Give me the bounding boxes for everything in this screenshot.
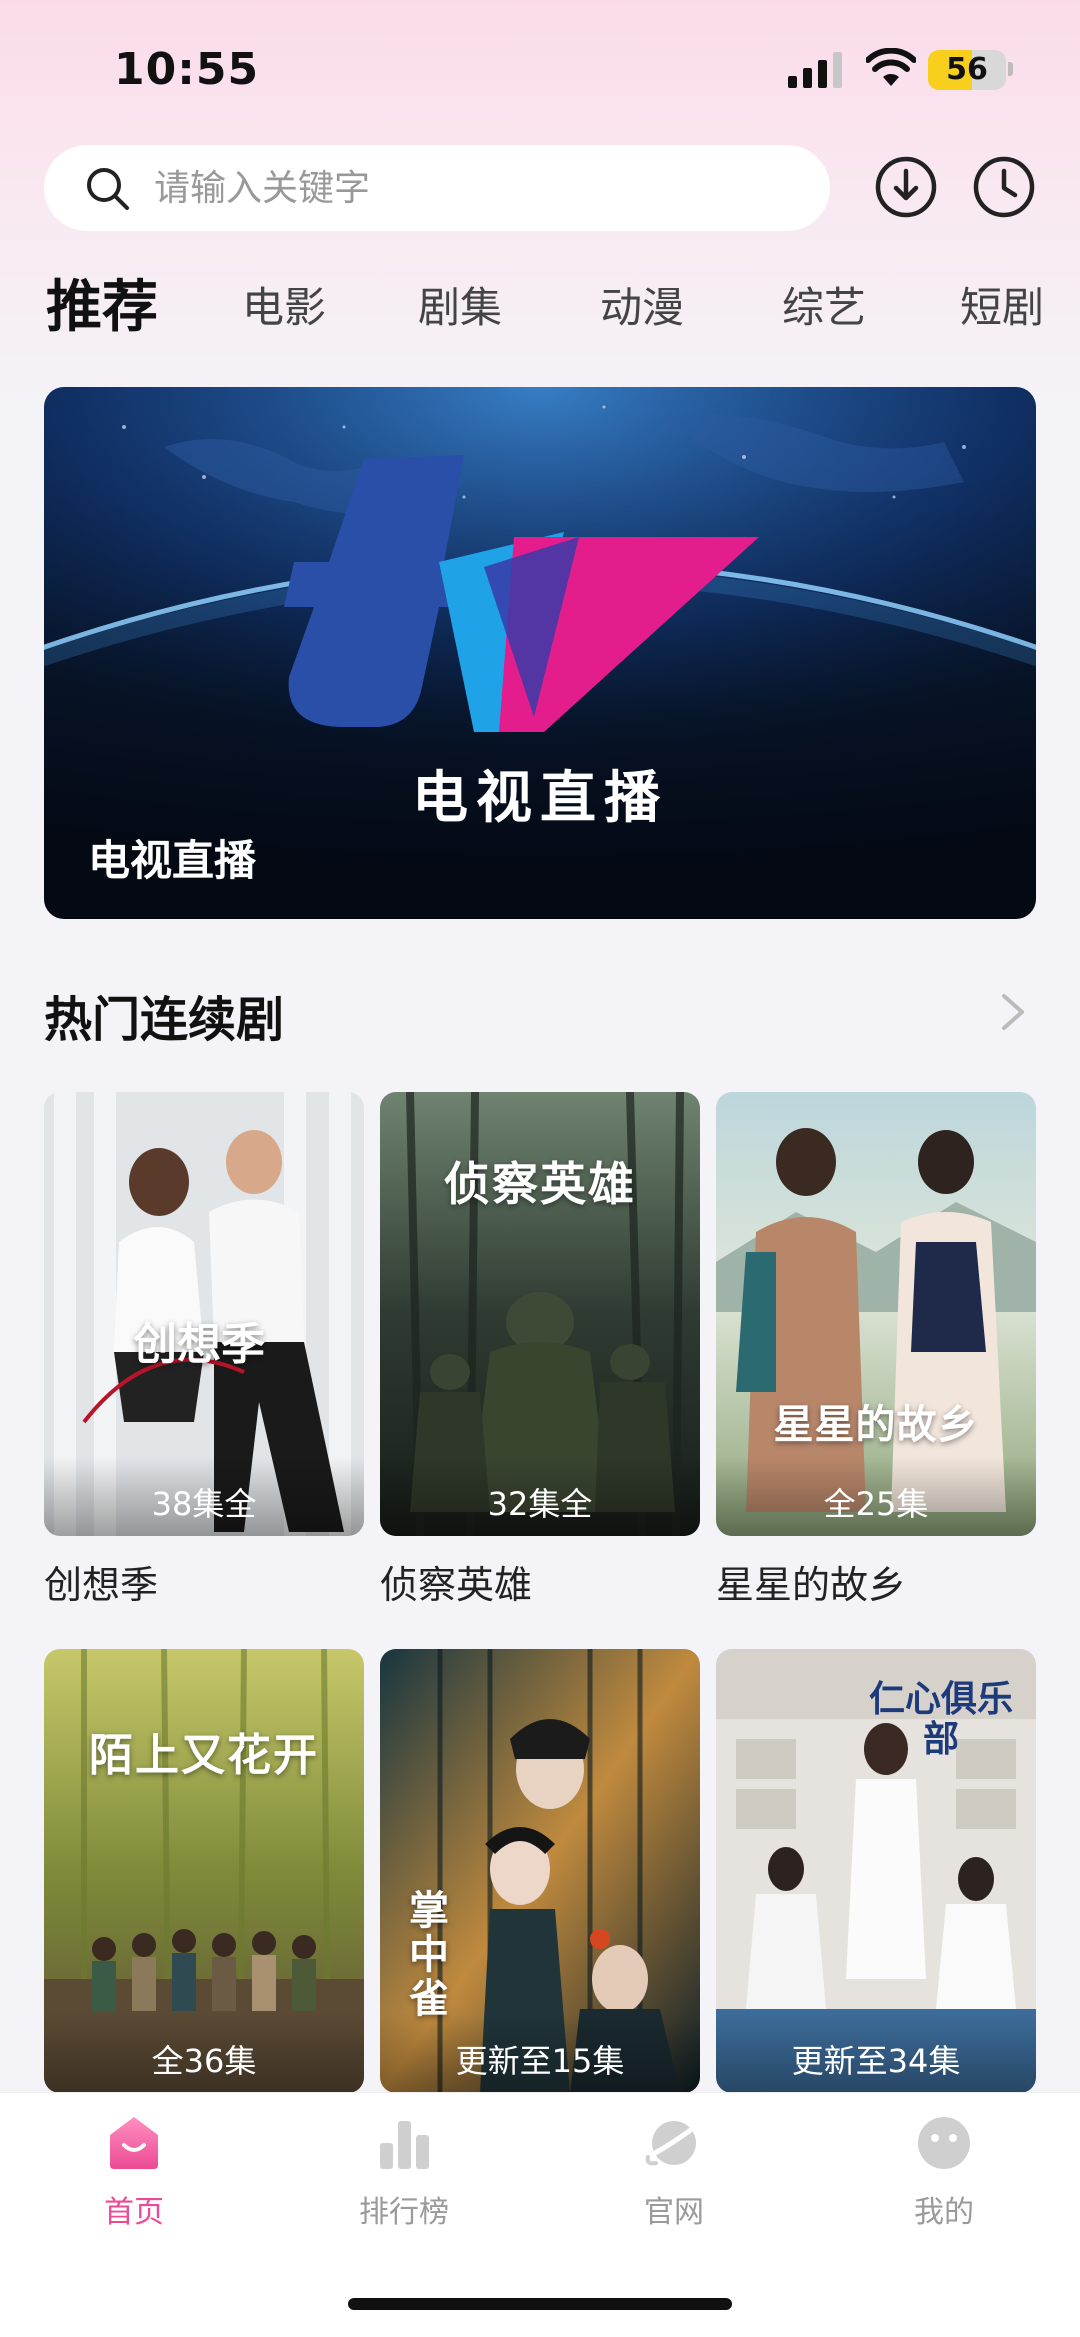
episode-badge: 32集全 xyxy=(380,1456,700,1536)
episode-badge: 38集全 xyxy=(44,1456,364,1536)
drama-poster[interactable]: 仁心俱乐部 更新至34集 xyxy=(716,1649,1036,2093)
nav-official-site-label: 官网 xyxy=(644,2195,704,2230)
nav-official-site[interactable]: 官网 xyxy=(574,2113,774,2253)
poster-title: 星星的故乡 xyxy=(773,1401,979,1448)
drama-card[interactable]: 仁心俱乐部 更新至34集 xyxy=(716,1649,1036,2093)
drama-poster[interactable]: 创想季 38集全 xyxy=(44,1092,364,1536)
drama-card[interactable]: 掌中雀 更新至15集 xyxy=(380,1649,700,2093)
poster-title: 创想季 xyxy=(133,1319,265,1370)
bar-chart-icon xyxy=(380,2121,429,2169)
live-tv-banner[interactable]: 电视直播 电视直播 xyxy=(44,387,1036,919)
nav-home-label: 首页 xyxy=(104,2195,164,2230)
banner-logo-title: 电视直播 xyxy=(412,765,668,831)
drama-card[interactable]: 陌上又花开 全36集 xyxy=(44,1649,364,2093)
drama-card[interactable]: 创想季 38集全 创想季 xyxy=(44,1092,364,1609)
status-bar: 10:55 56 xyxy=(0,0,1080,130)
episode-badge: 更新至15集 xyxy=(380,2013,700,2093)
section-title: 热门连续剧 xyxy=(44,992,285,1048)
battery-percent: 56 xyxy=(946,52,988,87)
chevron-right-icon[interactable] xyxy=(998,990,1028,1034)
tab-recommend[interactable]: 推荐 xyxy=(46,268,158,348)
planet-icon xyxy=(645,2120,703,2166)
nav-home[interactable]: 首页 xyxy=(34,2113,234,2253)
tab-short-drama[interactable]: 短剧 xyxy=(960,268,1044,348)
status-time: 10:55 xyxy=(114,44,260,95)
home-bag-icon xyxy=(110,2117,158,2169)
drama-title[interactable]: 星星的故乡 xyxy=(716,1554,1036,1609)
tab-movies[interactable]: 电影 xyxy=(242,268,326,348)
drama-poster[interactable]: 星星的故乡 全25集 xyxy=(716,1092,1036,1536)
poster-title: 陌上又花开 xyxy=(89,1730,319,1781)
episode-badge: 全25集 xyxy=(716,1456,1036,1536)
nav-profile[interactable]: 我的 xyxy=(844,2113,1044,2253)
drama-title[interactable]: 创想季 xyxy=(44,1554,364,1609)
battery-indicator: 56 xyxy=(928,50,1006,90)
search-bar[interactable] xyxy=(44,145,830,231)
drama-card[interactable]: 星星的故乡 全25集 星星的故乡 xyxy=(716,1092,1036,1609)
cellular-signal-icon xyxy=(788,52,842,88)
wifi-icon xyxy=(866,48,916,86)
nav-ranking[interactable]: 排行榜 xyxy=(304,2113,504,2253)
drama-title[interactable]: 侦察英雄 xyxy=(380,1554,700,1609)
nav-ranking-label: 排行榜 xyxy=(359,2195,449,2230)
poster-title: 侦察英雄 xyxy=(444,1157,636,1211)
drama-poster[interactable]: 陌上又花开 全36集 xyxy=(44,1649,364,2093)
nav-profile-label: 我的 xyxy=(914,2195,974,2230)
tab-anime[interactable]: 动漫 xyxy=(600,268,684,348)
tab-series[interactable]: 剧集 xyxy=(418,268,502,348)
drama-poster[interactable]: 掌中雀 更新至15集 xyxy=(380,1649,700,2093)
smiley-icon xyxy=(918,2117,970,2169)
search-icon xyxy=(87,168,129,210)
home-indicator xyxy=(348,2298,732,2310)
tab-variety[interactable]: 综艺 xyxy=(782,268,866,348)
episode-badge: 更新至34集 xyxy=(716,2013,1036,2093)
drama-card[interactable]: 侦察英雄 32集全 侦察英雄 xyxy=(380,1092,700,1609)
battery-nub xyxy=(1008,62,1013,76)
banner-label: 电视直播 xyxy=(88,836,257,885)
search-input[interactable] xyxy=(154,157,794,219)
download-icon[interactable] xyxy=(874,155,938,219)
history-clock-icon[interactable] xyxy=(972,155,1036,219)
poster-title: 仁心俱乐部 xyxy=(868,1678,1013,1760)
episode-badge: 全36集 xyxy=(44,2013,364,2093)
poster-title: 掌中雀 xyxy=(409,1887,449,2022)
drama-poster[interactable]: 侦察英雄 32集全 xyxy=(380,1092,700,1536)
category-tabs: 推荐 电影 剧集 动漫 综艺 短剧 xyxy=(0,268,1080,348)
